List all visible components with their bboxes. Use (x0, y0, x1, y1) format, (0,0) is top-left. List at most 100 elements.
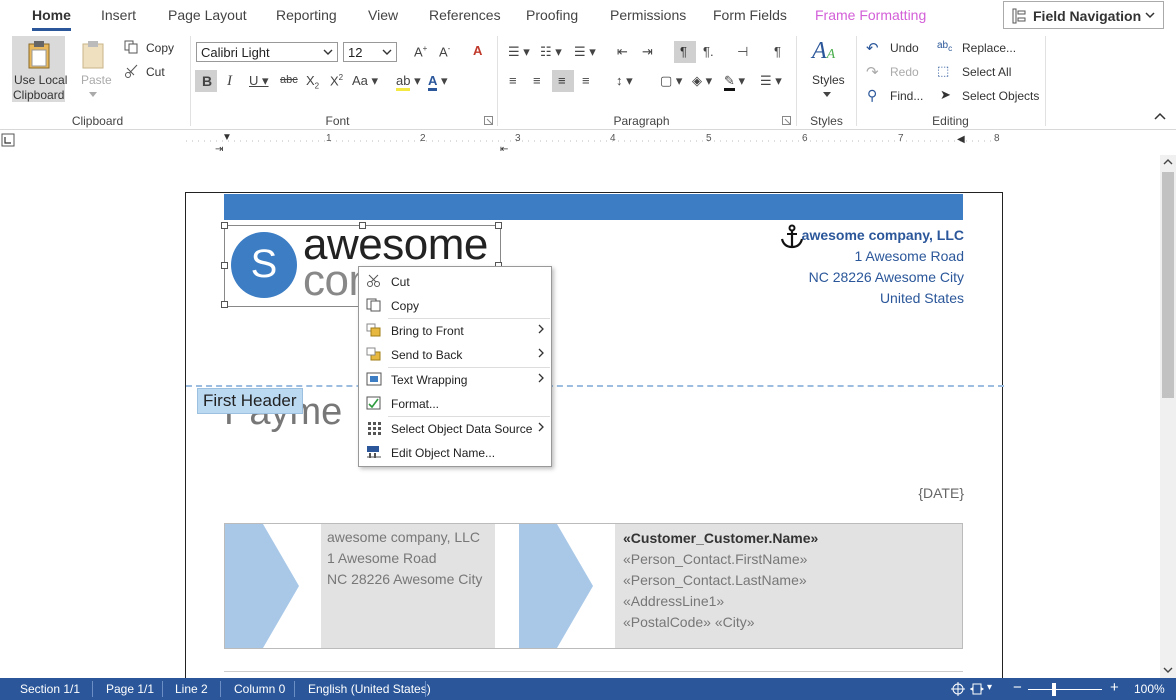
shrink-font-icon[interactable]: A- (439, 44, 450, 59)
left-indent-marker[interactable]: ⇥ (215, 144, 223, 155)
show-marks-icon[interactable]: ¶ (774, 44, 781, 59)
status-column[interactable]: Column 0 (234, 682, 285, 696)
select-objects-button[interactable]: ➤ Select Objects (936, 87, 1046, 105)
scroll-up-icon[interactable] (1163, 158, 1173, 166)
tab-home[interactable]: Home (32, 7, 71, 31)
line-spacing-icon[interactable]: ↕ ▾ (616, 73, 633, 89)
menu-item-edit-object-name[interactable]: Edit Object Name... (360, 441, 550, 464)
status-language[interactable]: English (United States) (308, 682, 431, 696)
tab-references[interactable]: References (429, 7, 501, 23)
italic-icon[interactable]: I (227, 73, 232, 90)
tab-proofing[interactable]: Proofing (526, 7, 578, 23)
chevron-down-icon[interactable]: ▾ (987, 682, 992, 693)
resize-handle[interactable] (221, 301, 228, 308)
tab-reporting[interactable]: Reporting (276, 7, 337, 23)
clear-formatting-icon[interactable]: A (473, 43, 482, 58)
tab-page-layout[interactable]: Page Layout (168, 7, 247, 23)
tab-form-fields[interactable]: Form Fields (713, 7, 787, 23)
field-navigation-dropdown[interactable]: Field Navigation (1003, 1, 1164, 29)
use-local-clipboard-button[interactable]: Use Local Clipboard (12, 36, 67, 102)
status-page[interactable]: Page 1/1 (106, 682, 154, 696)
zoom-in-icon[interactable]: + (1110, 679, 1119, 696)
resize-handle[interactable] (359, 222, 366, 229)
right-indent-marker[interactable]: ◀ (957, 134, 965, 145)
redo-button[interactable]: ↷ Redo (866, 63, 928, 81)
superscript-icon[interactable]: X2 (330, 73, 343, 88)
line-weight-icon[interactable]: ☰ ▾ (760, 73, 782, 89)
horizontal-ruler[interactable]: 1 2 3 4 5 6 7 8 ▼ ⇥ ⇤ ◀ (0, 131, 1176, 155)
tab-stop-marker[interactable]: ⇤ (500, 144, 508, 155)
company-address-block[interactable]: awesome company, LLC 1 Awesome Road NC 2… (802, 225, 964, 309)
zoom-level[interactable]: 100% (1134, 682, 1165, 696)
pen-color-icon[interactable]: ✎ ▾ (724, 73, 745, 91)
menu-item-format[interactable]: Format... (360, 392, 550, 415)
font-color-icon[interactable]: A ▾ (428, 73, 448, 91)
fit-page-icon[interactable] (951, 682, 965, 696)
zoom-slider-thumb[interactable] (1052, 683, 1056, 696)
document-canvas[interactable]: S awesome com awesome company, LLC 1 Awe… (0, 155, 1160, 678)
tab-insert[interactable]: Insert (101, 7, 136, 23)
menu-item-cut[interactable]: Cut (360, 270, 550, 293)
sender-address[interactable]: awesome company, LLC 1 Awesome Road NC 2… (327, 527, 482, 590)
justify-icon[interactable]: ≡ (582, 73, 590, 88)
undo-button[interactable]: ↶ Undo (866, 39, 928, 57)
find-button[interactable]: ⚲ Find... (866, 87, 928, 105)
cut-button[interactable]: Cut (122, 63, 182, 81)
align-left-icon[interactable]: ≡ (509, 73, 517, 88)
tab-view[interactable]: View (368, 7, 398, 23)
menu-item-select-data-source[interactable]: Select Object Data Source (360, 417, 550, 440)
borders-icon[interactable]: ▢ ▾ (660, 73, 682, 89)
scroll-down-icon[interactable] (1163, 666, 1173, 674)
tab-mark-icon[interactable]: ⊣ (737, 44, 748, 60)
header-color-bar[interactable] (224, 194, 963, 220)
resize-handle[interactable] (221, 262, 228, 269)
align-right-button[interactable]: ≡ (552, 70, 574, 92)
change-case-icon[interactable]: Aa ▾ (352, 73, 378, 89)
grow-font-icon[interactable]: A+ (414, 44, 427, 59)
zoom-out-icon[interactable]: − (1013, 679, 1022, 696)
subscript-icon[interactable]: X2 (306, 73, 319, 91)
first-line-indent-marker[interactable]: ▼ (222, 132, 232, 143)
increase-indent-icon[interactable]: ⇥ (642, 44, 653, 60)
paragraph-rtl-icon[interactable]: ¶. (703, 44, 714, 59)
copy-button[interactable]: Copy (122, 39, 182, 57)
font-size-select[interactable]: 12 (343, 42, 397, 62)
menu-item-copy[interactable]: Copy (360, 294, 550, 317)
resize-handle[interactable] (495, 222, 502, 229)
select-all-button[interactable]: ⬚ Select All (936, 63, 1036, 81)
multilevel-list-icon[interactable]: ☰ ▾ (574, 44, 596, 60)
document-page[interactable]: S awesome com awesome company, LLC 1 Awe… (185, 192, 1004, 678)
styles-button[interactable]: AA Styles (804, 36, 848, 102)
recipient-address[interactable]: «Customer_Customer.Name» «Person_Contact… (623, 528, 818, 633)
header-indicator-tag[interactable]: First Header (197, 388, 303, 414)
zoom-slider-track[interactable] (1028, 689, 1102, 690)
tab-permissions[interactable]: Permissions (610, 7, 686, 23)
shading-icon[interactable]: ◈ ▾ (692, 73, 712, 89)
scrollbar-thumb[interactable] (1162, 172, 1174, 398)
collapse-ribbon-icon[interactable] (1154, 112, 1166, 120)
anchor-icon[interactable] (780, 224, 804, 250)
menu-item-text-wrapping[interactable]: Text Wrapping (360, 368, 550, 391)
paste-button[interactable]: Paste (72, 36, 116, 102)
fit-width-icon[interactable] (970, 682, 984, 696)
decrease-indent-icon[interactable]: ⇤ (617, 44, 628, 60)
ltr-paragraph-button[interactable]: ¶ (674, 41, 696, 63)
strikethrough-icon[interactable]: abc (280, 74, 298, 86)
status-line[interactable]: Line 2 (175, 682, 208, 696)
address-table[interactable]: awesome company, LLC 1 Awesome Road NC 2… (224, 523, 963, 649)
tab-frame-formatting[interactable]: Frame Formatting (815, 7, 926, 23)
bold-button[interactable]: B (195, 70, 217, 92)
menu-item-send-to-back[interactable]: Send to Back (360, 343, 550, 366)
status-section[interactable]: Section 1/1 (20, 682, 80, 696)
replace-button[interactable]: abc Replace... (936, 39, 1036, 57)
underline-icon[interactable]: U ▾ (249, 73, 269, 89)
font-dialog-launcher-icon[interactable] (484, 116, 493, 125)
highlight-color-icon[interactable]: ab ▾ (396, 73, 421, 91)
font-name-select[interactable]: Calibri Light (196, 42, 338, 62)
date-field[interactable]: {DATE} (918, 485, 964, 501)
numbering-icon[interactable]: ☷ ▾ (540, 44, 562, 60)
bullets-icon[interactable]: ☰ ▾ (508, 44, 530, 60)
menu-item-bring-to-front[interactable]: Bring to Front (360, 319, 550, 342)
resize-handle[interactable] (221, 222, 228, 229)
align-center-icon[interactable]: ≡ (533, 73, 541, 88)
